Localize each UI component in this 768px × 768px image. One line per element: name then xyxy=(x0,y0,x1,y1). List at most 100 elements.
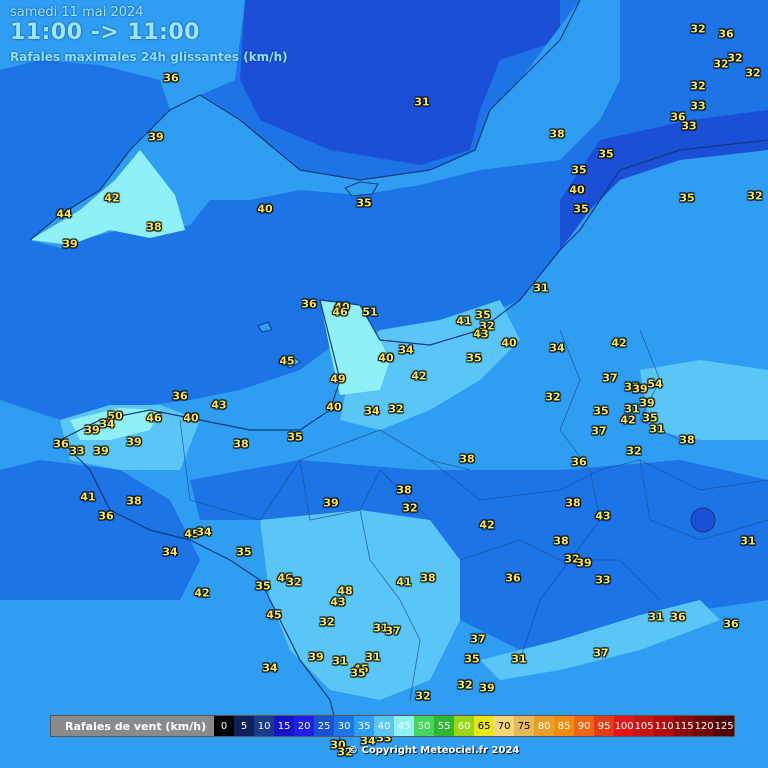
legend-step: 35 xyxy=(354,716,375,736)
station-gust-value: 34 xyxy=(262,661,278,675)
legend-step: 20 xyxy=(294,716,315,736)
station-gust-value: 37 xyxy=(593,646,609,660)
station-gust-value: 38 xyxy=(549,127,565,141)
legend-step: 10 xyxy=(254,716,275,736)
station-gust-value: 31 xyxy=(533,281,549,295)
legend-step: 25 xyxy=(314,716,335,736)
station-gust-value: 49 xyxy=(330,372,346,386)
wind-gust-map: samedi 11 mai 2024 11:00 -> 11:00 Rafale… xyxy=(0,0,768,768)
station-gust-value: 39 xyxy=(62,237,78,251)
station-gust-value: 35 xyxy=(593,404,609,418)
station-gust-value: 34 xyxy=(196,525,212,539)
station-gust-value: 31 xyxy=(511,652,527,666)
station-gust-value: 42 xyxy=(479,518,495,532)
station-gust-value: 40 xyxy=(257,202,273,216)
legend-step: 70 xyxy=(494,716,515,736)
station-gust-value: 41 xyxy=(80,490,96,504)
legend-step: 105 xyxy=(634,716,655,736)
station-gust-value: 34 xyxy=(398,343,414,357)
station-gust-value: 35 xyxy=(573,202,589,216)
station-gust-value: 32 xyxy=(319,615,335,629)
legend-step: 115 xyxy=(674,716,695,736)
station-gust-value: 36 xyxy=(53,437,69,451)
station-gust-value: 35 xyxy=(598,147,614,161)
station-gust-value: 33 xyxy=(595,573,611,587)
station-gust-value: 39 xyxy=(148,130,164,144)
station-gust-value: 35 xyxy=(464,652,480,666)
legend-step: 15 xyxy=(274,716,295,736)
station-gust-value: 45 xyxy=(266,608,282,622)
station-gust-value: 39 xyxy=(308,650,324,664)
station-gust-value: 42 xyxy=(620,413,636,427)
station-gust-value: 38 xyxy=(553,534,569,548)
station-gust-value: 38 xyxy=(146,220,162,234)
station-gust-value: 35 xyxy=(571,163,587,177)
legend-step: 95 xyxy=(594,716,615,736)
station-gust-value: 31 xyxy=(332,654,348,668)
station-gust-value: 32 xyxy=(690,22,706,36)
station-gust-value: 43 xyxy=(473,327,489,341)
station-gust-value: 43 xyxy=(330,595,346,609)
station-gust-value: 32 xyxy=(690,79,706,93)
station-gust-value: 42 xyxy=(104,191,120,205)
station-gust-value: 35 xyxy=(350,666,366,680)
station-gust-value: 41 xyxy=(456,314,472,328)
legend-step: 45 xyxy=(394,716,415,736)
station-gust-value: 39 xyxy=(126,435,142,449)
station-gust-value: 32 xyxy=(457,678,473,692)
station-gust-value: 39 xyxy=(479,681,495,695)
station-gust-value: 35 xyxy=(287,430,303,444)
station-gust-value: 34 xyxy=(162,545,178,559)
station-gust-value: 38 xyxy=(679,433,695,447)
station-gust-value: 36 xyxy=(718,27,734,41)
station-gust-value: 32 xyxy=(388,402,404,416)
legend-step: 110 xyxy=(654,716,675,736)
lake-east xyxy=(690,507,716,533)
station-gust-value: 54 xyxy=(647,377,663,391)
station-gust-value: 32 xyxy=(286,575,302,589)
station-gust-value: 42 xyxy=(411,369,427,383)
legend-step: 85 xyxy=(554,716,575,736)
station-gust-value: 38 xyxy=(396,483,412,497)
station-gust-value: 40 xyxy=(569,183,585,197)
station-gust-value: 45 xyxy=(279,354,295,368)
station-gust-value: 31 xyxy=(648,610,664,624)
forecast-time-range: 11:00 -> 11:00 xyxy=(10,20,200,45)
station-gust-value: 46 xyxy=(146,411,162,425)
color-legend: Rafales de vent (km/h) 0 5 10 15 20 25 30 35 40 4… xyxy=(50,715,736,737)
copyright-text: © Copyright Meteociel.fr 2024 xyxy=(348,745,520,756)
station-gust-value: 31 xyxy=(414,95,430,109)
station-gust-value: 41 xyxy=(396,575,412,589)
legend-title: Rafales de vent (km/h) xyxy=(65,719,207,733)
station-gust-value: 42 xyxy=(194,586,210,600)
forecast-date: samedi 11 mai 2024 xyxy=(10,5,144,20)
station-gust-value: 40 xyxy=(326,400,342,414)
station-gust-value: 34 xyxy=(364,404,380,418)
legend-step: 125 xyxy=(714,716,735,736)
station-gust-value: 38 xyxy=(459,452,475,466)
station-gust-value: 38 xyxy=(126,494,142,508)
station-gust-value: 37 xyxy=(602,371,618,385)
station-gust-value: 32 xyxy=(727,51,743,65)
station-gust-value: 36 xyxy=(505,571,521,585)
station-gust-value: 38 xyxy=(565,496,581,510)
legend-step: 65 xyxy=(474,716,495,736)
legend-step: 90 xyxy=(574,716,595,736)
legend-step: 5 xyxy=(234,716,255,736)
station-gust-value: 33 xyxy=(681,119,697,133)
station-gust-value: 36 xyxy=(172,389,188,403)
station-gust-value: 32 xyxy=(402,501,418,515)
station-gust-value: 46 xyxy=(332,305,348,319)
station-gust-value: 32 xyxy=(747,189,763,203)
station-gust-value: 35 xyxy=(356,196,372,210)
station-gust-value: 35 xyxy=(255,579,271,593)
station-gust-value: 32 xyxy=(626,444,642,458)
station-gust-value: 40 xyxy=(183,411,199,425)
legend-step: 120 xyxy=(694,716,715,736)
station-gust-value: 37 xyxy=(385,624,401,638)
station-gust-value: 37 xyxy=(591,424,607,438)
station-gust-value: 33 xyxy=(690,99,706,113)
legend-step: 80 xyxy=(534,716,555,736)
legend-step: 50 xyxy=(414,716,435,736)
legend-step: 0 xyxy=(214,716,235,736)
